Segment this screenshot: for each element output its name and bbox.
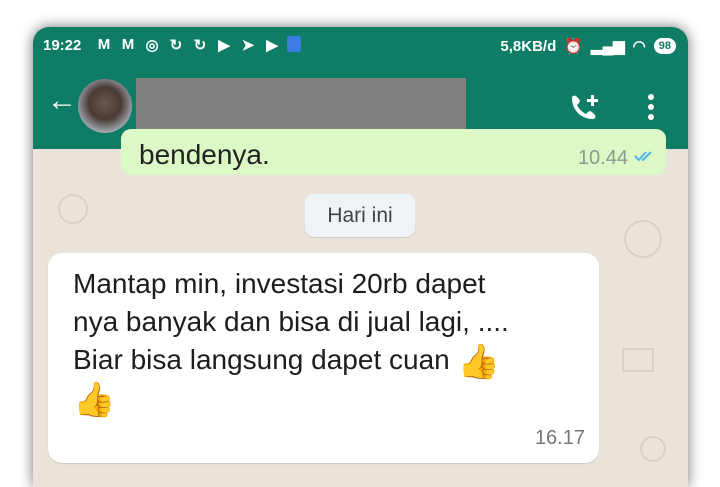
- thumbs-up-icon: 👍: [73, 381, 116, 419]
- incoming-message[interactable]: Mantap min, investasi 20rb dapet nya ban…: [48, 253, 599, 463]
- message-line-1: Mantap min, investasi 20rb dapet: [73, 268, 486, 299]
- more-options-icon[interactable]: [645, 92, 657, 122]
- message-line-3: Biar bisa langsung dapet cuan: [73, 344, 450, 375]
- status-bar: 19:22 M M ◎ ↻ ↻ ▶ ➤ ▶ 5,8KB/d ⏰ ▂▄▆ ◠ 98: [33, 27, 688, 65]
- add-call-icon[interactable]: [568, 92, 602, 122]
- notification-icons: M M ◎ ↻ ↻ ▶ ➤ ▶: [95, 36, 301, 54]
- telegram-icon: ➤: [241, 37, 255, 54]
- date-separator: Hari ini: [305, 194, 415, 237]
- sync-icon: ↻: [193, 37, 207, 54]
- status-right: 5,8KB/d ⏰ ▂▄▆ ◠ 98: [500, 37, 676, 55]
- thumbs-up-icon: 👍: [457, 343, 500, 381]
- sync-icon: ↻: [169, 37, 183, 54]
- play-icon: ▶: [266, 37, 278, 54]
- phone-screen: 19:22 M M ◎ ↻ ↻ ▶ ➤ ▶ 5,8KB/d ⏰ ▂▄▆ ◠ 98…: [33, 27, 688, 487]
- double-check-icon: [634, 151, 652, 162]
- message-time: 16.17: [534, 427, 585, 449]
- network-speed: 5,8KB/d: [500, 37, 557, 55]
- app-icon: [287, 36, 301, 52]
- message-text: Mantap min, investasi 20rb dapet nya ban…: [73, 265, 593, 417]
- contact-avatar[interactable]: [78, 79, 132, 133]
- battery-icon: 98: [653, 38, 676, 54]
- message-line-2: nya banyak dan bisa di jual lagi, ....: [73, 306, 509, 337]
- back-arrow-icon[interactable]: ←: [47, 86, 77, 116]
- gmail-icon: M: [97, 36, 111, 53]
- alarm-icon: ⏰: [564, 38, 583, 55]
- previous-message-text: bendenya.: [139, 139, 270, 170]
- wifi-icon: ◠: [632, 38, 646, 55]
- previous-outgoing-message[interactable]: bendenya. 10.44: [121, 129, 666, 175]
- status-time: 19:22: [43, 37, 82, 54]
- play-icon: ▶: [218, 37, 230, 54]
- signal-icon: ▂▄▆: [590, 38, 625, 55]
- chat-area[interactable]: bendenya. 10.44 Hari ini Mantap min, inv…: [33, 129, 688, 487]
- instagram-icon: ◎: [145, 37, 159, 54]
- gmail-icon: M: [121, 36, 135, 53]
- previous-message-time: 10.44: [577, 147, 628, 169]
